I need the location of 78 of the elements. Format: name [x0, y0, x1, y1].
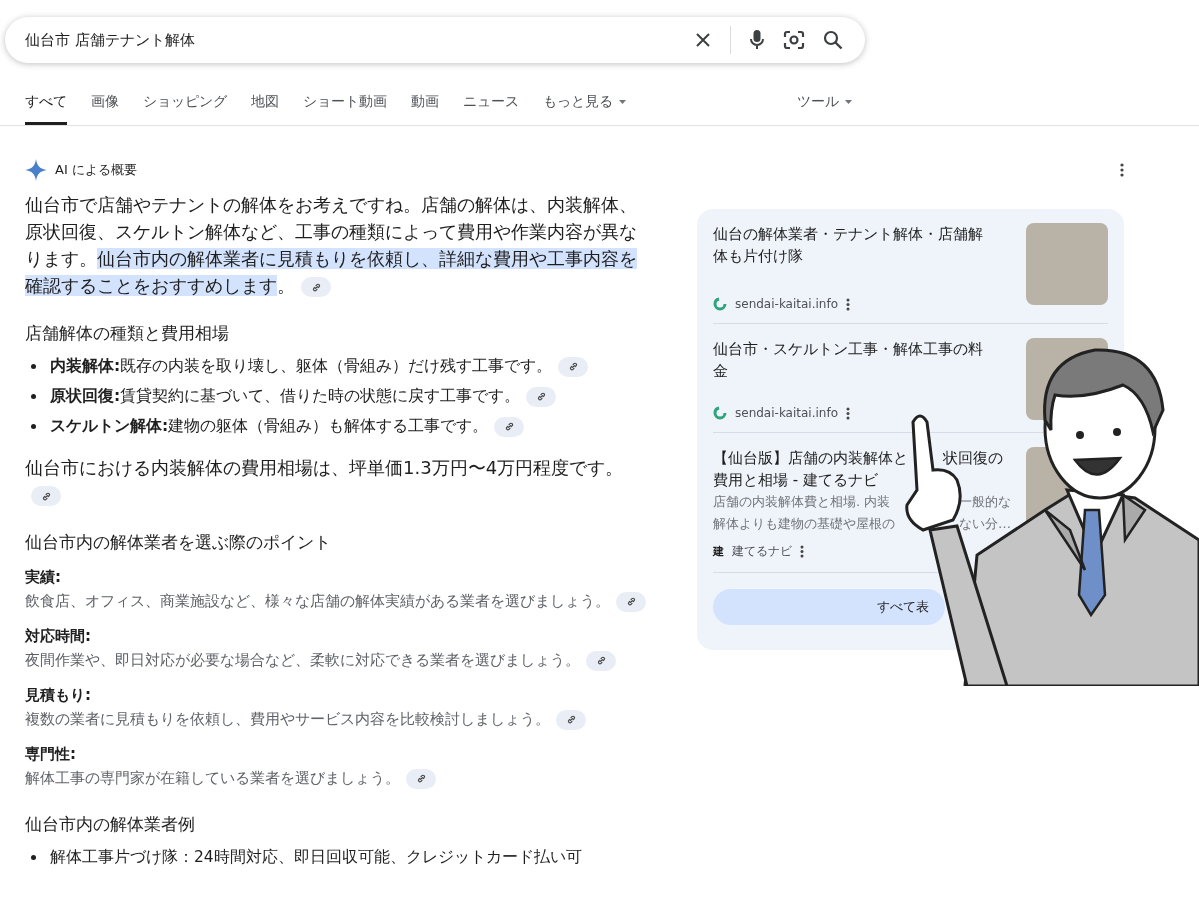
point-text: 夜間作業や、即日対応が必要な場合など、柔軟に対応できる業者を選びましょう。 [25, 651, 580, 669]
more-options-icon[interactable] [846, 406, 850, 420]
link-icon [415, 773, 427, 784]
search-tab[interactable]: 地図 [251, 93, 279, 125]
bullet-dot [31, 854, 36, 860]
close-icon[interactable] [694, 31, 712, 49]
search-bar[interactable]: 仙台市 店舗テナント解体 [5, 17, 865, 63]
section-heading: 仙台市内の解体業者例 [25, 813, 196, 836]
result-title[interactable]: 【仙台版】店舗の内装解体と [713, 447, 908, 469]
point-label: 見積もり: [25, 685, 92, 706]
result-title[interactable]: 状回復の [943, 447, 1003, 469]
site-name: 建てるナビ [732, 543, 792, 560]
bullet-dot [31, 363, 36, 369]
bullet-text: スケルトン解体:建物の躯体（骨組み）も解体する工事です。 [50, 417, 489, 435]
result-title[interactable]: 金 [713, 360, 728, 382]
link-icon [310, 281, 322, 293]
site-logo: 建 [713, 544, 724, 559]
search-tab[interactable]: ショート動画 [303, 93, 387, 125]
link-icon [625, 596, 637, 607]
point-label: 実績: [25, 567, 62, 588]
bullet-dot [31, 423, 36, 429]
point-text: 飲食店、オフィス、商業施設など、様々な店舗の解体実績がある業者を選びましょう。 [25, 592, 610, 610]
result-title[interactable]: 仙台の解体業者・テナント解体・店舗解 [713, 223, 983, 245]
point-text: 複数の業者に見積もりを依頼し、費用やサービス内容を比較検討しましょう。 [25, 710, 550, 728]
bullet-dot [31, 393, 36, 399]
result-title[interactable]: 仙台市・スケルトン工事・解体工事の料 [713, 338, 983, 360]
link-chip[interactable] [301, 277, 331, 297]
link-chip[interactable] [558, 356, 589, 377]
link-chip[interactable] [556, 709, 586, 730]
link-chip[interactable] [526, 386, 557, 407]
point-text: 解体工事の専門家が在籍している業者を選びましょう。 [25, 769, 400, 787]
link-icon [565, 714, 577, 725]
link-chip[interactable] [586, 650, 616, 671]
site-name: sendai-kaitai.info [735, 406, 838, 420]
microphone-icon[interactable] [749, 29, 765, 51]
camera-icon[interactable] [783, 30, 805, 50]
link-icon [535, 391, 547, 402]
caret-icon [845, 100, 852, 104]
search-query[interactable]: 仙台市 店舗テナント解体 [25, 30, 694, 50]
result-title[interactable]: 体も片付け隊 [713, 245, 803, 267]
more-options-icon[interactable] [800, 545, 804, 558]
link-icon [40, 490, 52, 502]
section-heading: 仙台市内の解体業者を選ぶ際のポイント [25, 531, 332, 554]
search-tab[interactable]: 画像 [91, 93, 119, 125]
link-chip[interactable] [31, 486, 61, 506]
bullet-text: 内装解体:既存の内装を取り壊し、躯体（骨組み）だけ残す工事です。 [50, 357, 553, 375]
link-chip[interactable] [494, 416, 525, 437]
result-snippet: 解体よりも建物の基礎や屋根の [713, 515, 895, 533]
link-chip[interactable] [616, 591, 646, 612]
overview-paragraph: 仙台市で店舗やテナントの解体をお考えですね。店舗の解体は、内装解体、原状回復、スケルトン解体など、工事の種類によって費用や作業内容が異なります。仙台市内の解体業者に見積もりを依頼し、詳細な費用や工事内容を確認することをおすすめします。 [25, 193, 638, 299]
search-tab[interactable]: すべて [25, 93, 67, 125]
site-logo-icon [713, 297, 727, 311]
overview-paragraph: 仙台市における内装解体の費用相場は、坪単価1.3万円〜4万円程度です。 [25, 454, 650, 508]
link-icon [567, 361, 579, 372]
point-label: 対応時間: [25, 626, 92, 647]
link-chip[interactable] [406, 768, 436, 789]
link-icon [503, 421, 515, 432]
tools-menu[interactable]: ツール [797, 93, 852, 125]
result-snippet: ない分… [959, 515, 1011, 533]
show-all-button[interactable]: すべて表 [713, 589, 945, 625]
bullet-text: 原状回復:賃貸契約に基づいて、借りた時の状態に戻す工事です。 [50, 387, 521, 405]
more-options-icon[interactable] [1120, 163, 1124, 177]
result-snippet: 店舗の内装解体費と相場. 内装 [713, 493, 891, 511]
site-name: sendai-kaitai.info [735, 297, 838, 311]
ai-overview-title: AI による概要 [55, 161, 137, 179]
search-tab[interactable]: もっと見る [543, 93, 626, 125]
result-title[interactable]: 費用と相場 - 建てるナビ [713, 469, 878, 491]
bullet-text: 解体工事片づけ隊：24時間対応、即日回収可能、クレジットカード払い可 [50, 848, 582, 866]
link-icon [595, 655, 607, 666]
search-tab[interactable]: ニュース [463, 93, 519, 125]
site-logo-icon [713, 406, 727, 420]
sparkle-icon [25, 159, 47, 181]
point-label: 専門性: [25, 744, 77, 765]
search-icon[interactable] [823, 30, 843, 50]
search-tab[interactable]: ショッピング [143, 93, 227, 125]
more-options-icon[interactable] [846, 297, 850, 311]
search-tab[interactable]: 動画 [411, 93, 439, 125]
section-heading: 店舗解体の種類と費用相場 [25, 322, 230, 345]
